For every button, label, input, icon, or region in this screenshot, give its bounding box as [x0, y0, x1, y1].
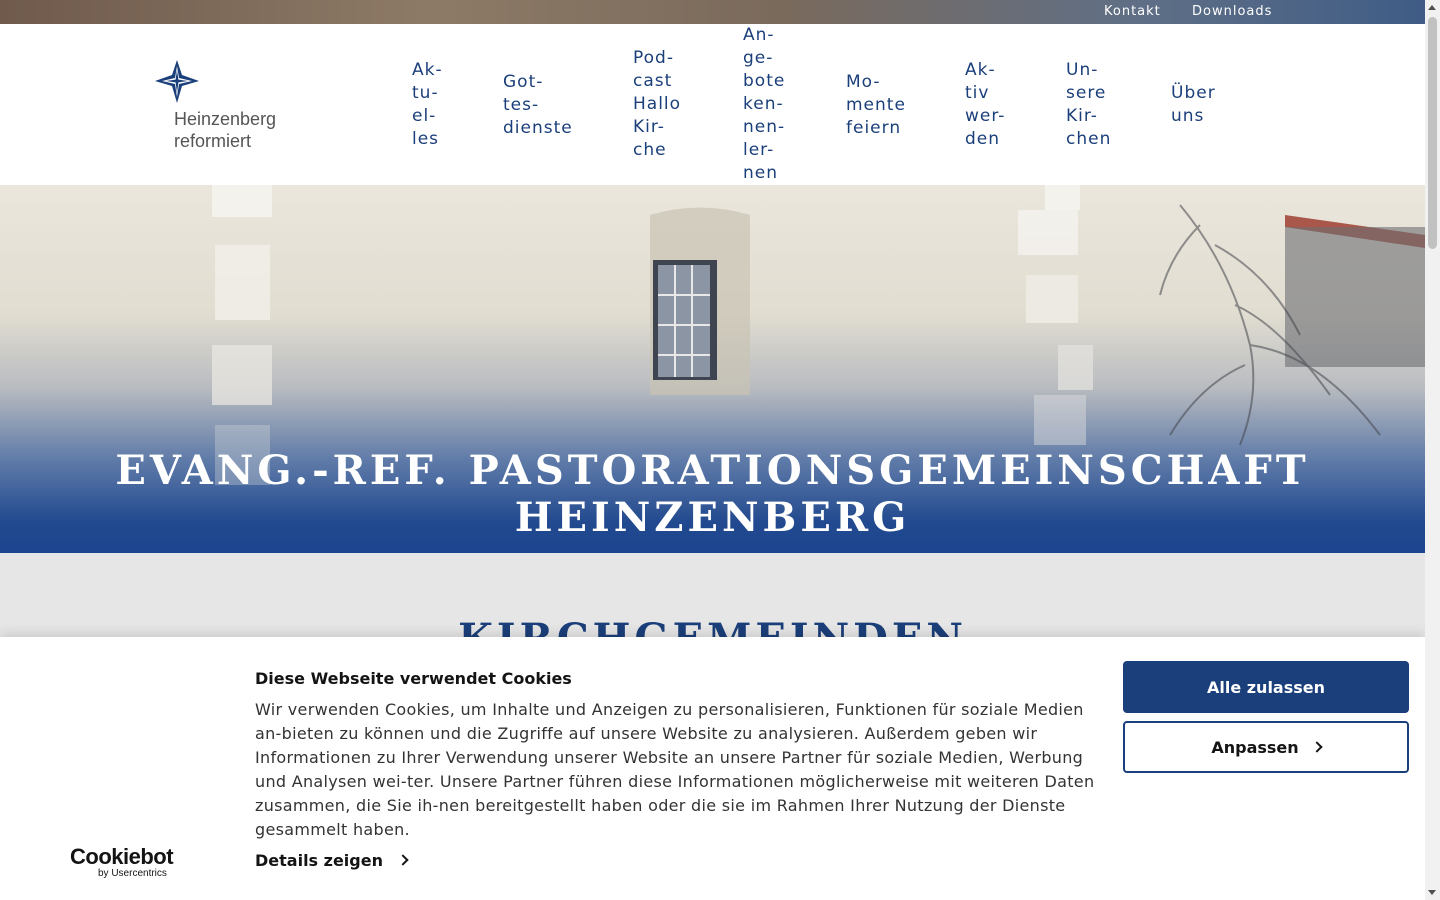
cookiebot-brand: Cookiebot: [70, 844, 174, 869]
chevron-right-icon: [1310, 740, 1323, 753]
logo-line-2: reformiert: [174, 131, 252, 151]
logo-line-1: Heinzenberg: [174, 109, 277, 129]
cookie-text: Wir verwenden Cookies, um Inhalte und An…: [255, 700, 1095, 839]
cookie-banner: Diese Webseite verwendet Cookies Wir ver…: [0, 637, 1425, 900]
nav-item-gottesdienste[interactable]: Got- tes- dienste: [503, 71, 573, 140]
chevron-right-icon: [397, 854, 409, 866]
cookiebot-sub: by Usercentrics: [98, 868, 167, 879]
downloads-link[interactable]: Downloads: [1192, 4, 1272, 19]
cookie-title: Diese Webseite verwendet Cookies: [255, 669, 572, 688]
site-header: Heinzenberg reformiert Ak- tu- el- les G…: [0, 24, 1425, 185]
hero-banner: EVANG.-REF. PASTORATIONSGEMEINSCHAFT HEI…: [0, 185, 1425, 553]
logo-text: Heinzenberg reformiert: [174, 108, 276, 152]
kontakt-link[interactable]: Kontakt: [1104, 4, 1161, 19]
nav-item-unsere-kirchen[interactable]: Un- sere Kir- chen: [1066, 59, 1111, 151]
site-logo[interactable]: Heinzenberg reformiert: [152, 60, 292, 152]
details-label: Details zeigen: [255, 851, 383, 870]
nav-item-momente-feiern[interactable]: Mo- mente feiern: [846, 71, 906, 140]
nav-item-angebote[interactable]: An- ge- bote ken- nen- ler- nen: [743, 24, 785, 185]
nav-item-aktiv-werden[interactable]: Ak- tiv wer- den: [965, 59, 1005, 151]
cookiebot-logo[interactable]: Cookiebot by Usercentrics: [70, 844, 180, 880]
scroll-up-icon[interactable]: [1428, 5, 1436, 10]
nav-item-aktuelles[interactable]: Ak- tu- el- les: [412, 59, 443, 151]
cross-logo-icon: [155, 60, 199, 103]
allow-all-button[interactable]: Alle zulassen: [1123, 661, 1409, 713]
nav-item-ueber-uns[interactable]: Über uns: [1171, 82, 1216, 128]
hero-title: EVANG.-REF. PASTORATIONSGEMEINSCHAFT HEI…: [115, 447, 1310, 541]
details-toggle[interactable]: Details zeigen: [255, 851, 409, 870]
scroll-thumb[interactable]: [1428, 17, 1437, 249]
customize-button[interactable]: Anpassen: [1123, 721, 1409, 773]
scroll-down-icon[interactable]: [1428, 890, 1436, 895]
customize-label: Anpassen: [1211, 737, 1299, 757]
top-utility-bar: Kontakt Downloads: [0, 0, 1425, 24]
nav-item-podcast[interactable]: Pod- cast Hallo Kir- che: [633, 47, 681, 162]
page-scrollbar[interactable]: [1425, 0, 1440, 900]
